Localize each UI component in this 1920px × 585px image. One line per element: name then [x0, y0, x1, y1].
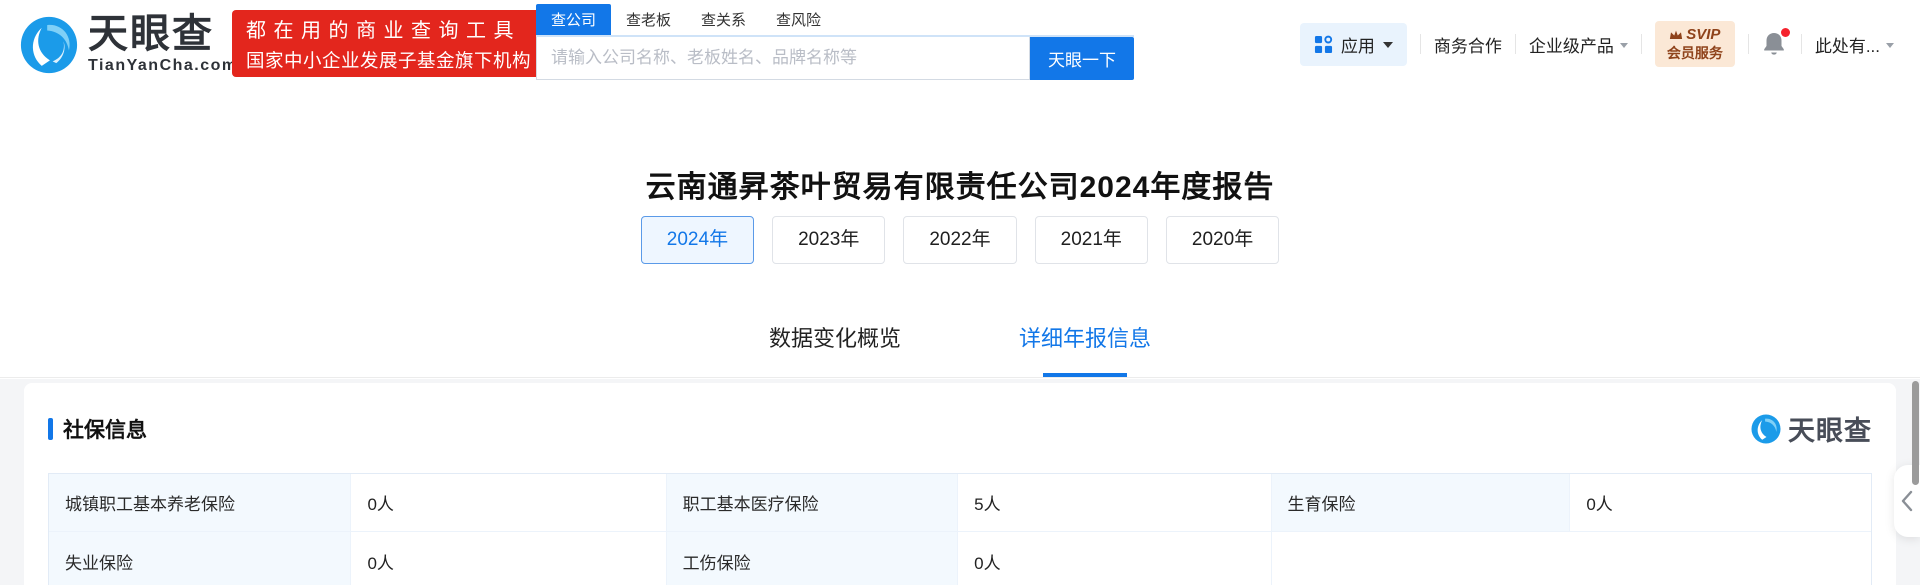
nav-enterprise-products-label: 企业级产品 [1529, 32, 1614, 57]
year-selector: 2024年 2023年 2022年 2021年 2020年 [0, 216, 1920, 264]
svip-member-button[interactable]: SVIP 会员服务 [1655, 21, 1735, 67]
logo-text: 天眼查 TianYanCha.com [88, 14, 238, 75]
divider [1420, 34, 1421, 54]
vertical-scrollbar-thumb[interactable] [1912, 381, 1919, 485]
divider [1641, 34, 1642, 54]
table-cell-empty [1272, 532, 1871, 585]
header: 天眼查 TianYanCha.com 都在用的商业查询工具 国家中小企业发展子基… [0, 0, 1920, 88]
tab-detailed-report[interactable]: 详细年报信息 [1019, 296, 1151, 377]
table-cell-label: 生育保险 [1272, 474, 1571, 532]
section-title: 社保信息 [63, 414, 147, 444]
year-button-2023[interactable]: 2023年 [772, 216, 885, 264]
search-input[interactable] [536, 37, 1030, 80]
table-cell-value: 0人 [351, 474, 666, 532]
watermark-logo: 天眼查 [1751, 409, 1872, 448]
notification-dot [1781, 28, 1790, 37]
search-tab-relation[interactable]: 查关系 [686, 4, 761, 35]
chevron-down-icon [1886, 43, 1894, 48]
crown-icon [1669, 29, 1683, 41]
tianyancha-logo[interactable]: 天眼查 TianYanCha.com [20, 14, 238, 75]
svip-label: SVIP [1686, 26, 1720, 45]
divider [1748, 34, 1749, 54]
user-menu[interactable]: 此处有... [1815, 32, 1894, 57]
table-cell-label: 工伤保险 [667, 532, 959, 585]
logo-brand-text: 天眼查 [88, 14, 238, 54]
year-button-2020[interactable]: 2020年 [1166, 216, 1279, 264]
table-cell-value: 0人 [958, 532, 1271, 585]
nav-enterprise-products[interactable]: 企业级产品 [1529, 32, 1628, 57]
report-card: 社保信息 天眼查 城镇职工基本养老保险 0人 职工基本医疗保险 5人 生育保险 … [24, 383, 1896, 585]
promo-banner: 都在用的商业查询工具 国家中小企业发展子基金旗下机构 [232, 10, 545, 77]
logo-domain-text: TianYanCha.com [88, 57, 238, 75]
apps-grid-icon [1314, 35, 1333, 54]
user-menu-label: 此处有... [1815, 32, 1880, 57]
section-accent-bar [48, 418, 53, 440]
search-tabs: 查公司 查老板 查关系 查风险 [536, 8, 1134, 37]
table-cell-value: 5人 [958, 474, 1271, 532]
search-tab-risk[interactable]: 查风险 [761, 4, 836, 35]
social-insurance-table: 城镇职工基本养老保险 0人 职工基本医疗保险 5人 生育保险 0人 失业保险 0… [48, 473, 1872, 585]
search-tab-company[interactable]: 查公司 [536, 4, 611, 35]
report-tabbar: 数据变化概览 详细年报信息 [0, 296, 1920, 378]
year-button-2022[interactable]: 2022年 [903, 216, 1016, 264]
chevron-down-icon [1383, 42, 1393, 48]
search-row: 天眼一下 [536, 37, 1134, 80]
apps-menu-button[interactable]: 应用 [1300, 23, 1407, 66]
page: 天眼查 TianYanCha.com 都在用的商业查询工具 国家中小企业发展子基… [0, 0, 1920, 585]
year-button-2024[interactable]: 2024年 [641, 216, 754, 264]
svip-service-label: 会员服务 [1667, 45, 1723, 63]
section-header: 社保信息 天眼查 [48, 409, 1872, 448]
divider [1801, 34, 1802, 54]
search-button[interactable]: 天眼一下 [1030, 37, 1134, 80]
chevron-down-icon [1620, 43, 1628, 48]
tab-data-overview[interactable]: 数据变化概览 [769, 296, 901, 377]
promo-banner-line1: 都在用的商业查询工具 [246, 14, 531, 43]
tianyancha-logo-icon [20, 16, 78, 74]
page-title: 云南通昇茶叶贸易有限责任公司2024年度报告 [0, 162, 1920, 206]
content-area: 社保信息 天眼查 城镇职工基本养老保险 0人 职工基本医疗保险 5人 生育保险 … [0, 379, 1920, 585]
watermark-brand-text: 天眼查 [1788, 409, 1872, 448]
table-cell-value: 0人 [351, 532, 666, 585]
divider [1515, 34, 1516, 54]
notifications-button[interactable] [1762, 31, 1788, 57]
chevron-left-icon [1900, 490, 1914, 512]
table-cell-label: 失业保险 [49, 532, 351, 585]
header-nav: 应用 商务合作 企业级产品 SVIP 会员服务 [1300, 0, 1894, 88]
table-cell-label: 职工基本医疗保险 [667, 474, 959, 532]
apps-menu-label: 应用 [1341, 32, 1375, 57]
nav-business-cooperation[interactable]: 商务合作 [1434, 32, 1502, 57]
year-button-2021[interactable]: 2021年 [1035, 216, 1148, 264]
watermark-logo-icon [1751, 414, 1781, 444]
table-cell-value: 0人 [1570, 474, 1871, 532]
search-area: 查公司 查老板 查关系 查风险 天眼一下 [536, 8, 1134, 80]
search-tab-boss[interactable]: 查老板 [611, 4, 686, 35]
table-cell-label: 城镇职工基本养老保险 [49, 474, 351, 532]
promo-banner-line2: 国家中小企业发展子基金旗下机构 [246, 47, 531, 73]
